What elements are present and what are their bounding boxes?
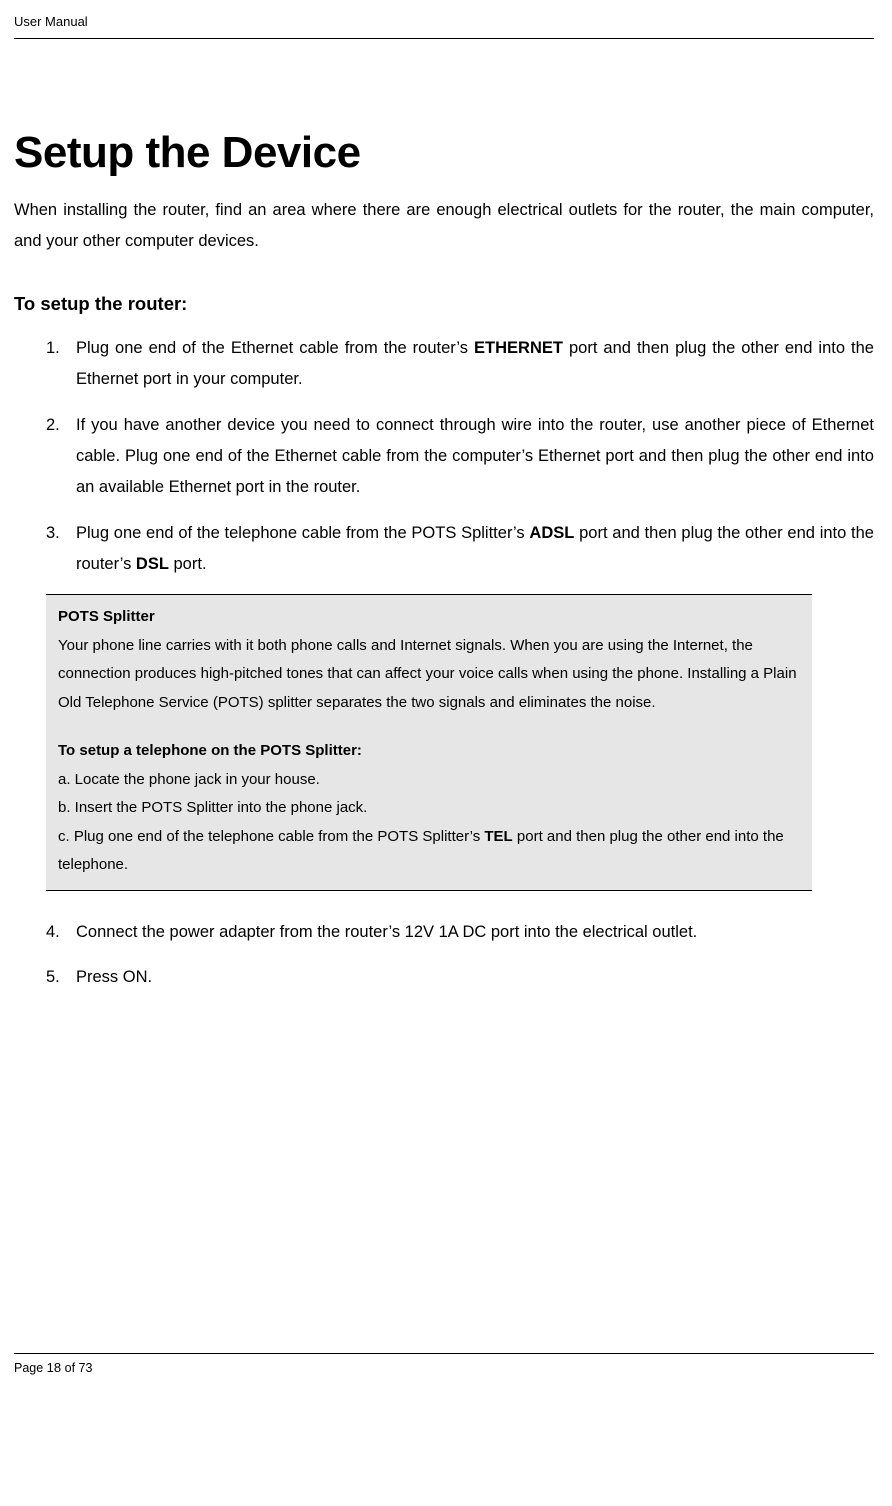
step-text: If you have another device you need to c… — [76, 416, 874, 497]
step-2: 2. If you have another device you need t… — [46, 410, 874, 504]
step-1: 1. Plug one end of the Ethernet cable fr… — [46, 333, 874, 396]
info-box-subtitle: To setup a telephone on the POTS Splitte… — [58, 737, 800, 766]
step-marker: 5. — [46, 962, 60, 993]
step-text: Connect the power adapter from the route… — [76, 923, 697, 941]
step-text: Plug one end of the telephone cable from… — [76, 524, 529, 542]
info-box-bold: TEL — [484, 828, 512, 845]
step-bold: ADSL — [529, 524, 574, 542]
step-bold: ETHERNET — [474, 339, 563, 357]
info-box-text: c. Plug one end of the telephone cable f… — [58, 828, 484, 845]
step-marker: 4. — [46, 917, 60, 948]
step-5: 5. Press ON. — [46, 962, 874, 993]
info-box-item-c: c. Plug one end of the telephone cable f… — [58, 823, 800, 880]
step-bold: DSL — [136, 555, 169, 573]
bottom-rule — [14, 1353, 874, 1354]
section-heading: To setup the router: — [14, 286, 874, 321]
header-label: User Manual — [14, 14, 874, 38]
info-box-item-b: b. Insert the POTS Splitter into the pho… — [58, 794, 800, 823]
step-text: Press ON. — [76, 968, 152, 986]
step-4: 4. Connect the power adapter from the ro… — [46, 917, 874, 948]
step-text: port. — [169, 555, 207, 573]
step-text: Plug one end of the Ethernet cable from … — [76, 339, 474, 357]
page-prefix: Page — [14, 1361, 47, 1375]
top-rule — [14, 38, 874, 39]
page-title: Setup the Device — [14, 129, 874, 177]
step-marker: 3. — [46, 518, 60, 549]
page-current: 18 — [47, 1360, 61, 1375]
page-of: of 73 — [61, 1361, 92, 1375]
step-3: 3. Plug one end of the telephone cable f… — [46, 518, 874, 581]
intro-paragraph: When installing the router, find an area… — [14, 195, 874, 258]
info-box-item-a: a. Locate the phone jack in your house. — [58, 766, 800, 795]
page-number: Page 18 of 73 — [14, 1360, 874, 1376]
step-marker: 2. — [46, 410, 60, 441]
info-box: POTS Splitter Your phone line carries wi… — [46, 594, 812, 891]
footer: Page 18 of 73 — [14, 1353, 874, 1376]
info-box-body: Your phone line carries with it both pho… — [58, 632, 800, 718]
info-box-title: POTS Splitter — [58, 603, 800, 632]
step-marker: 1. — [46, 333, 60, 364]
